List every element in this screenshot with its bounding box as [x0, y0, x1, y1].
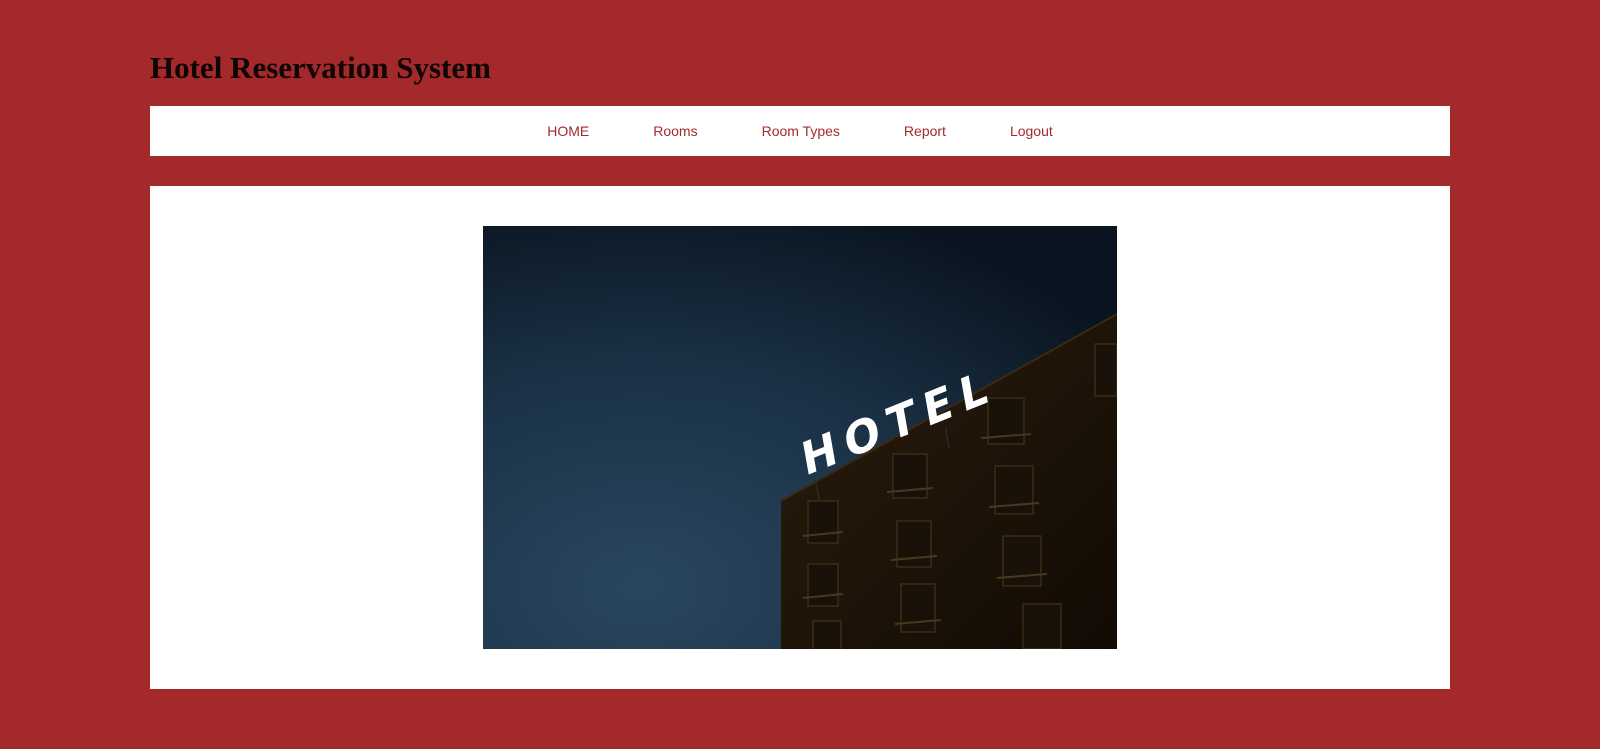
nav-link-home[interactable]: HOME	[547, 123, 589, 139]
top-navbar: HOME Rooms Room Types Report Logout	[150, 106, 1450, 156]
page-title: Hotel Reservation System	[150, 50, 491, 85]
nav-link-room-types[interactable]: Room Types	[762, 123, 840, 139]
nav-link-rooms[interactable]: Rooms	[653, 123, 697, 139]
nav-link-report[interactable]: Report	[904, 123, 946, 139]
nav-link-logout[interactable]: Logout	[1010, 123, 1053, 139]
main-content-panel: HOTEL	[150, 186, 1450, 689]
hero-image: HOTEL	[483, 226, 1117, 649]
hotel-night-photo: HOTEL	[483, 226, 1117, 649]
